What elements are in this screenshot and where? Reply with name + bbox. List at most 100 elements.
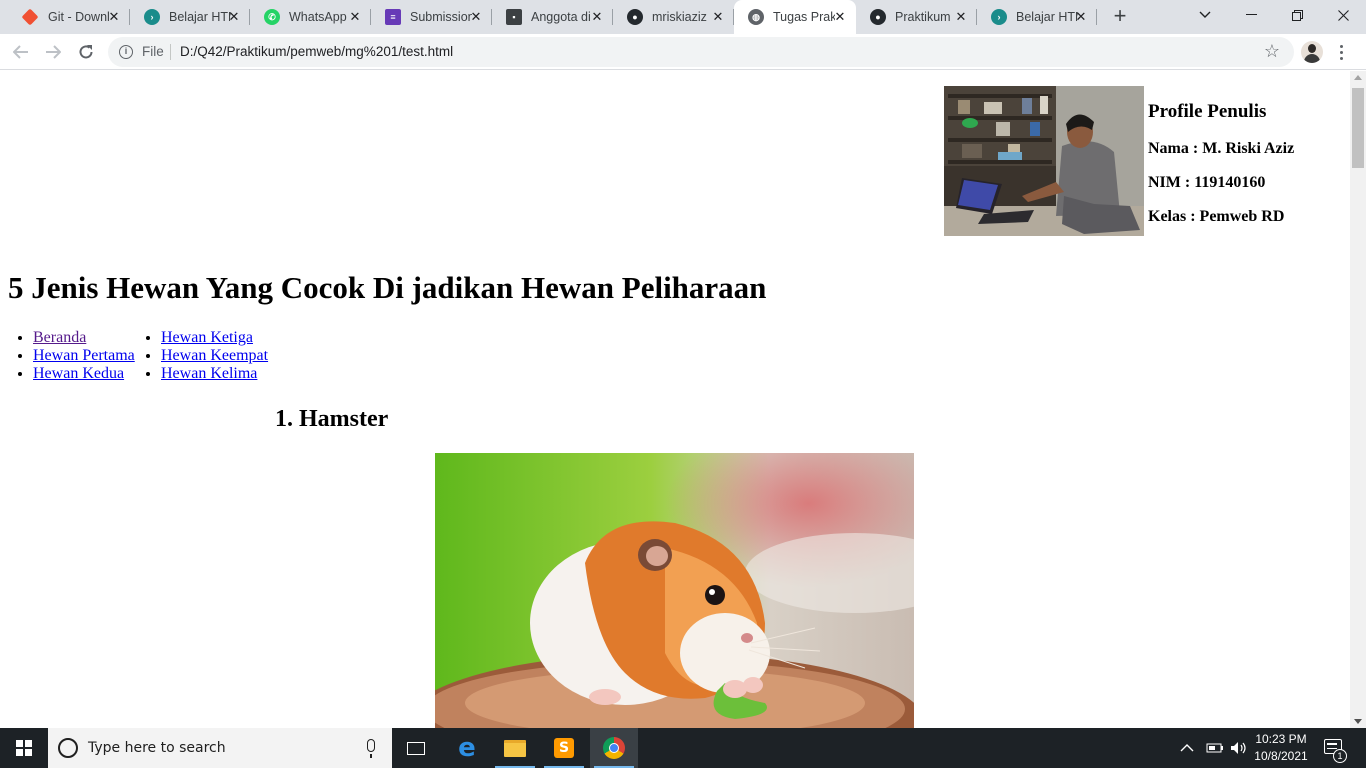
scroll-up-icon[interactable] xyxy=(1354,75,1362,80)
close-icon[interactable]: ✕ xyxy=(347,9,363,25)
nav-list-right: Hewan Ketiga Hewan Keempat Hewan Kelima xyxy=(136,329,268,383)
back-button[interactable] xyxy=(8,39,34,65)
hamster-photo xyxy=(435,453,914,728)
tab-search-button[interactable] xyxy=(1182,0,1228,30)
close-icon[interactable]: ✕ xyxy=(106,9,122,25)
system-tray xyxy=(1180,728,1248,768)
edge-button[interactable]: e xyxy=(443,728,491,768)
new-tab-button[interactable]: + xyxy=(1108,5,1132,29)
tab-title: Belajar HTML xyxy=(169,10,231,24)
nav-item: Hewan Ketiga xyxy=(161,329,268,347)
nav-list-left: Beranda Hewan Pertama Hewan Kedua xyxy=(8,329,135,383)
url-text[interactable]: D:/Q42/Praktikum/pemweb/mg%201/test.html xyxy=(180,44,453,59)
nav-link-hewan-kedua[interactable]: Hewan Kedua xyxy=(33,365,124,382)
page-viewport: Profile Penulis Nama : M. Riski Aziz NIM… xyxy=(0,71,1350,728)
scheme-label: File xyxy=(142,44,164,59)
close-window-button[interactable] xyxy=(1320,0,1366,30)
nav-link-hewan-pertama[interactable]: Hewan Pertama xyxy=(33,347,135,364)
volume-icon[interactable] xyxy=(1230,741,1248,755)
profile-box: Profile Penulis Nama : M. Riski Aziz NIM… xyxy=(1148,101,1348,226)
chevron-down-icon xyxy=(1199,11,1211,18)
clock[interactable]: 10:23 PM 10/8/2021 xyxy=(1248,731,1314,765)
whatsapp-icon: ✆ xyxy=(264,9,280,25)
windows-logo-icon xyxy=(16,740,32,756)
nav-item: Hewan Kelima xyxy=(161,365,268,383)
close-icon[interactable]: ✕ xyxy=(953,9,969,25)
bookmark-star-icon[interactable]: ☆ xyxy=(1264,41,1280,62)
start-button[interactable] xyxy=(0,728,48,768)
profile-photo xyxy=(944,86,1144,236)
info-icon[interactable]: i xyxy=(119,45,133,59)
dicoding-icon: › xyxy=(991,9,1007,25)
tab-anggota[interactable]: ▪ Anggota di ✕ xyxy=(492,0,613,34)
cortana-icon xyxy=(58,738,78,758)
tab-title: Submission xyxy=(410,10,472,24)
tab-strip: Git - Downloads ✕ › Belajar HTML ✕ ✆ Wha… xyxy=(0,0,1366,34)
tab-praktikum[interactable]: ● Praktikum ✕ xyxy=(856,0,977,34)
tab-title: Praktikum xyxy=(895,10,951,24)
avatar[interactable] xyxy=(1301,41,1323,63)
scroll-thumb[interactable] xyxy=(1352,88,1364,168)
nav-item: Beranda xyxy=(33,329,135,347)
address-bar[interactable]: i File D:/Q42/Praktikum/pemweb/mg%201/te… xyxy=(108,37,1294,67)
sublime-text-button[interactable]: S xyxy=(540,728,588,768)
forward-button[interactable] xyxy=(40,39,66,65)
search-placeholder: Type here to search xyxy=(88,740,226,756)
microphone-icon[interactable] xyxy=(367,739,375,758)
taskbar-search[interactable]: Type here to search xyxy=(48,728,392,768)
nav-link-hewan-ketiga[interactable]: Hewan Ketiga xyxy=(161,329,253,346)
clock-time: 10:23 PM xyxy=(1255,732,1307,746)
restore-icon xyxy=(1291,9,1303,21)
tab-submission[interactable]: ≡ Submission ✕ xyxy=(371,0,492,34)
restore-button[interactable] xyxy=(1274,0,1320,30)
task-view-button[interactable] xyxy=(392,728,440,768)
tab-belajar-html-2[interactable]: › Belajar HTML ✕ xyxy=(977,0,1097,34)
arrow-right-icon xyxy=(46,45,61,59)
close-icon[interactable]: ✕ xyxy=(832,9,848,25)
section-heading: 1. Hamster xyxy=(275,406,389,432)
nav-link-hewan-keempat[interactable]: Hewan Keempat xyxy=(161,347,268,364)
tab-tugas-praktikum[interactable]: ◍ Tugas Praktikum ✕ xyxy=(734,0,856,34)
profile-title: Profile Penulis xyxy=(1148,101,1267,122)
chrome-button[interactable] xyxy=(590,728,638,768)
chevron-up-icon[interactable] xyxy=(1180,743,1194,753)
reload-button[interactable] xyxy=(73,39,99,65)
nav-link-hewan-kelima[interactable]: Hewan Kelima xyxy=(161,365,257,382)
nav-link-beranda[interactable]: Beranda xyxy=(33,329,86,346)
page-scrollbar[interactable] xyxy=(1350,71,1366,728)
file-explorer-button[interactable] xyxy=(491,728,539,768)
contact-card-icon: ▪ xyxy=(506,9,522,25)
dicoding-icon: › xyxy=(144,9,160,25)
nav-item: Hewan Keempat xyxy=(161,347,268,365)
sublime-text-icon: S xyxy=(554,738,574,758)
profile-name: Nama : M. Riski Aziz xyxy=(1148,140,1295,157)
taskbar: Type here to search e S 10:23 PM 10/8/20… xyxy=(0,728,1366,768)
scroll-down-icon[interactable] xyxy=(1354,719,1362,724)
task-view-icon xyxy=(407,741,425,755)
close-icon[interactable]: ✕ xyxy=(710,9,726,25)
chrome-icon xyxy=(603,737,625,759)
tab-whatsapp[interactable]: ✆ WhatsApp ✕ xyxy=(250,0,371,34)
folder-icon xyxy=(504,739,526,757)
battery-icon[interactable] xyxy=(1206,742,1224,754)
close-icon[interactable]: ✕ xyxy=(468,9,484,25)
close-icon xyxy=(1337,9,1349,21)
close-icon[interactable]: ✕ xyxy=(1073,9,1089,25)
git-icon xyxy=(21,8,39,26)
tab-belajar-html[interactable]: › Belajar HTML ✕ xyxy=(130,0,250,34)
edge-icon: e xyxy=(458,733,476,763)
tab-title: Git - Downloads xyxy=(48,10,110,24)
close-icon[interactable]: ✕ xyxy=(226,9,242,25)
tab-title: Anggota di xyxy=(531,10,591,24)
minimize-icon xyxy=(1245,14,1257,15)
minimize-button[interactable] xyxy=(1228,0,1274,30)
tab-git-downloads[interactable]: Git - Downloads ✕ xyxy=(10,0,130,34)
close-icon[interactable]: ✕ xyxy=(589,9,605,25)
nav-item: Hewan Kedua xyxy=(33,365,135,383)
browser-toolbar: i File D:/Q42/Praktikum/pemweb/mg%201/te… xyxy=(0,34,1366,70)
profile-kelas: Kelas : Pemweb RD xyxy=(1148,208,1285,225)
kebab-menu-icon[interactable] xyxy=(1336,41,1346,63)
tab-mriskiaziz[interactable]: ● mriskiaziz ✕ xyxy=(613,0,734,34)
github-icon: ● xyxy=(870,9,886,25)
nav-item: Hewan Pertama xyxy=(33,347,135,365)
